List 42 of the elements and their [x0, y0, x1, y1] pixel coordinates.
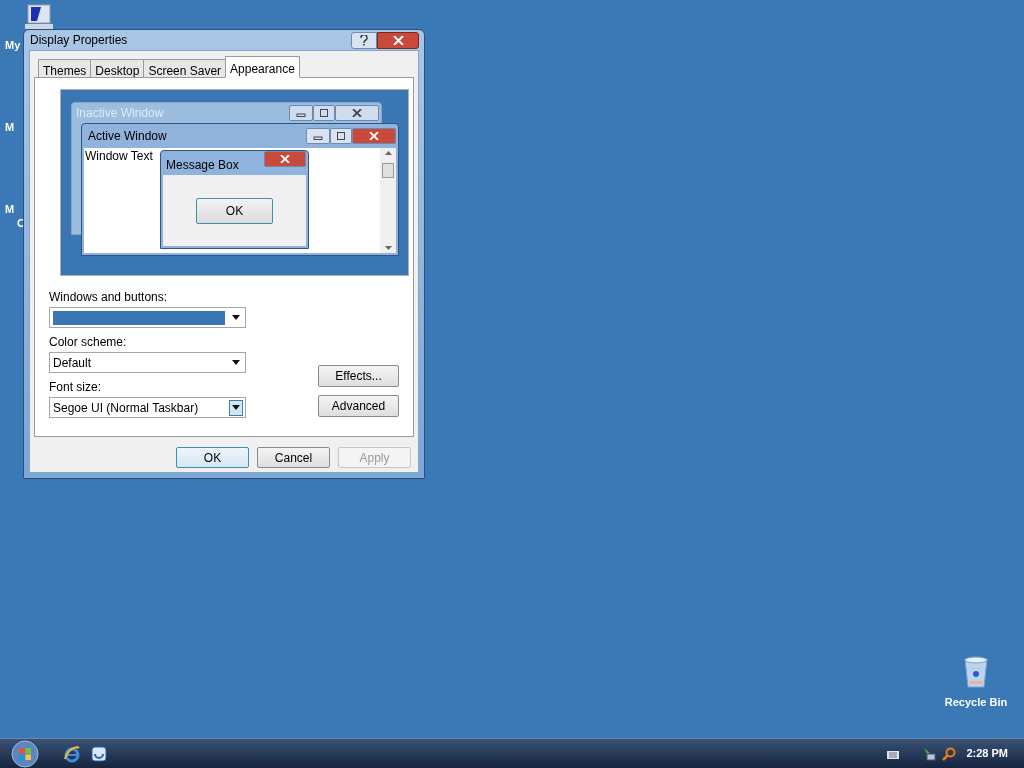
scroll-down-icon — [384, 246, 392, 250]
window-text: Window Text — [84, 148, 153, 163]
side-button[interactable]: Effects... — [318, 365, 399, 387]
desktop-icon-label[interactable]: Recycle Bin — [944, 694, 1008, 711]
recycle-bin-icon[interactable] — [963, 656, 989, 688]
tab[interactable]: Appearance — [225, 56, 300, 78]
dropdown-value: Segoe UI (Normal Taskbar) — [53, 400, 200, 415]
scroll-thumb — [382, 163, 394, 178]
close-icon — [264, 151, 306, 167]
message-box-title: Message Box — [165, 157, 239, 174]
dropdown[interactable]: Segoe UI (Normal Taskbar) — [49, 397, 246, 418]
start-orb-icon[interactable] — [10, 739, 40, 768]
close-icon — [352, 128, 396, 144]
field-label: Windows and buttons: — [49, 290, 169, 304]
close-icon — [335, 105, 379, 121]
help-icon[interactable] — [351, 31, 377, 49]
dialog-button[interactable]: Cancel — [257, 447, 330, 468]
minimize-icon — [306, 128, 330, 144]
desktop-icon-label[interactable]: M — [5, 202, 15, 216]
maximize-icon — [330, 128, 352, 144]
dropdown-value: Default — [53, 355, 93, 370]
field-label: Color scheme: — [49, 335, 128, 349]
desktop-icon-label[interactable]: My — [5, 38, 21, 52]
inactive-window-title: Inactive Window — [75, 105, 164, 122]
search-icon[interactable] — [942, 746, 957, 761]
field-label: Font size: — [49, 380, 103, 394]
maximize-icon — [313, 105, 335, 121]
network-icon[interactable] — [922, 746, 937, 761]
dialog-button[interactable]: OK — [176, 447, 249, 468]
side-button[interactable]: Advanced — [318, 395, 399, 417]
dropdown[interactable] — [49, 307, 246, 328]
scroll-up-icon — [384, 151, 392, 155]
dropdown[interactable]: Default — [49, 352, 246, 373]
close-icon[interactable] — [377, 31, 419, 49]
clock[interactable]: 2:28 PM — [966, 745, 1008, 762]
desktop-icon-label[interactable]: M — [5, 120, 15, 134]
minimize-icon — [289, 105, 313, 121]
computer-icon[interactable] — [25, 4, 55, 30]
app-icon[interactable] — [91, 745, 107, 762]
active-window-title: Active Window — [87, 128, 167, 145]
browser-icon[interactable] — [63, 744, 81, 763]
window-title: Display Properties — [29, 32, 128, 49]
